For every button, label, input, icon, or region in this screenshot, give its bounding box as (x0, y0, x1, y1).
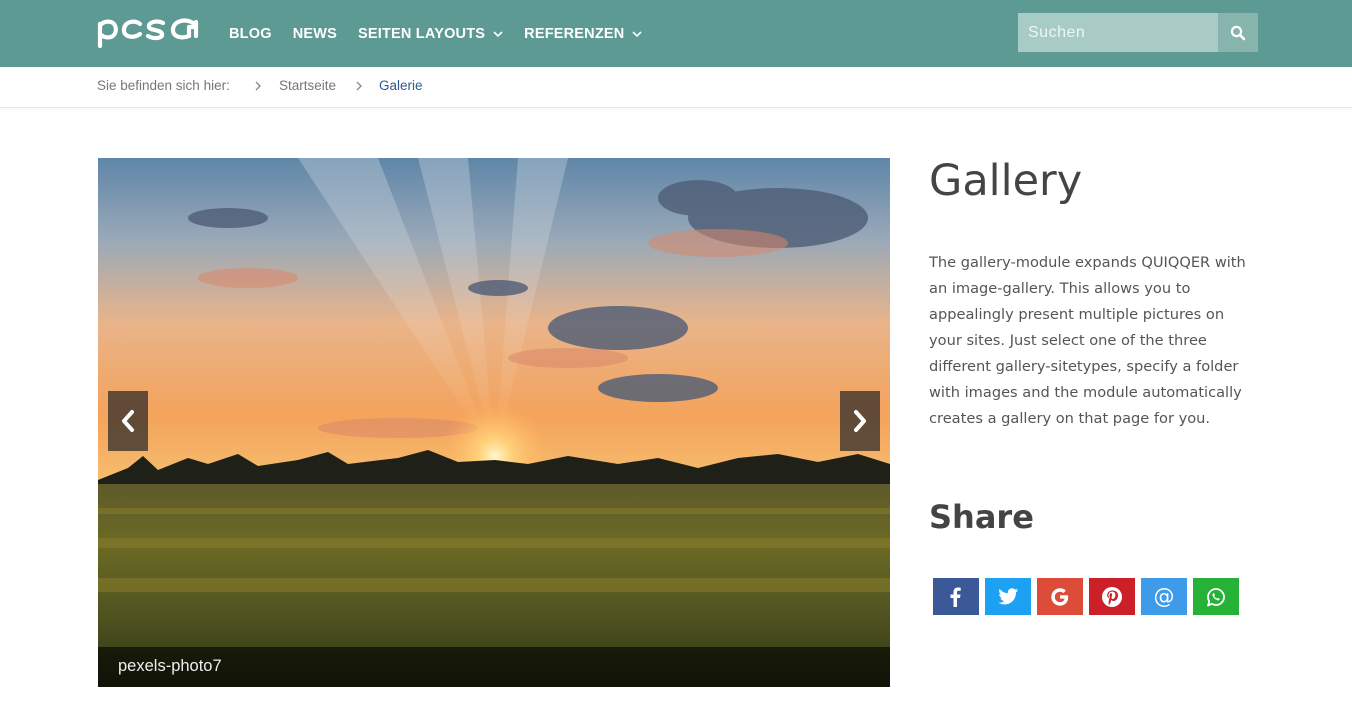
breadcrumb-link-startseite[interactable]: Startseite (279, 78, 336, 93)
previous-image-button[interactable] (108, 391, 148, 451)
search-icon (1230, 25, 1246, 40)
nav-label: NEWS (292, 25, 337, 42)
pcsg-logo[interactable] (97, 16, 201, 49)
top-navigation-bar: BLOG NEWS SEITEN LAYOUTS REFERENZEN (0, 0, 1352, 67)
image-gallery: pexels-photo7 (98, 158, 890, 687)
page-title: Gallery (929, 156, 1083, 206)
chevron-right-icon (854, 410, 866, 432)
page-description: The gallery-module expands QUIQQER with … (929, 254, 1246, 427)
nav-item-referenzen[interactable]: REFERENZEN (524, 25, 643, 42)
next-image-button[interactable] (840, 391, 880, 451)
main-navigation: BLOG NEWS SEITEN LAYOUTS REFERENZEN (229, 0, 663, 67)
share-pinterest-button[interactable] (1089, 578, 1135, 615)
share-buttons: @ (933, 578, 1245, 615)
image-caption: pexels-photo7 (98, 647, 890, 687)
chevron-down-icon (493, 30, 503, 37)
nav-label: BLOG (229, 25, 272, 42)
nav-item-blog[interactable]: BLOG (229, 26, 272, 42)
breadcrumb-prefix: Sie befinden sich hier: (97, 78, 230, 93)
nav-label: SEITEN LAYOUTS (358, 25, 486, 42)
breadcrumb-current[interactable]: Galerie (379, 78, 423, 93)
nav-item-news[interactable]: NEWS (293, 26, 337, 42)
share-twitter-button[interactable] (985, 578, 1031, 615)
pinterest-icon (1102, 586, 1122, 607)
search-input[interactable] (1018, 13, 1218, 52)
svg-text:@: @ (1154, 586, 1175, 608)
chevron-right-icon (255, 81, 261, 91)
share-email-button[interactable]: @ (1141, 578, 1187, 615)
chevron-right-icon (356, 81, 362, 91)
search-button[interactable] (1218, 13, 1258, 52)
share-whatsapp-button[interactable] (1193, 578, 1239, 615)
gallery-image[interactable] (98, 158, 890, 687)
share-google-button[interactable] (1037, 578, 1083, 615)
facebook-icon (950, 587, 961, 607)
google-icon (1051, 587, 1069, 606)
whatsapp-icon (1207, 587, 1225, 606)
nav-item-seiten-layouts[interactable]: SEITEN LAYOUTS (358, 26, 503, 42)
chevron-down-icon (632, 30, 643, 37)
at-icon: @ (1154, 586, 1175, 608)
twitter-icon (998, 587, 1019, 604)
logo-icon (97, 18, 199, 49)
share-facebook-button[interactable] (933, 578, 979, 615)
chevron-left-icon (122, 410, 134, 432)
nav-label: REFERENZEN (524, 25, 625, 42)
share-heading: Share (929, 498, 1034, 536)
search-box (1018, 13, 1258, 52)
breadcrumb: Sie befinden sich hier: Startseite Galer… (0, 67, 1352, 108)
